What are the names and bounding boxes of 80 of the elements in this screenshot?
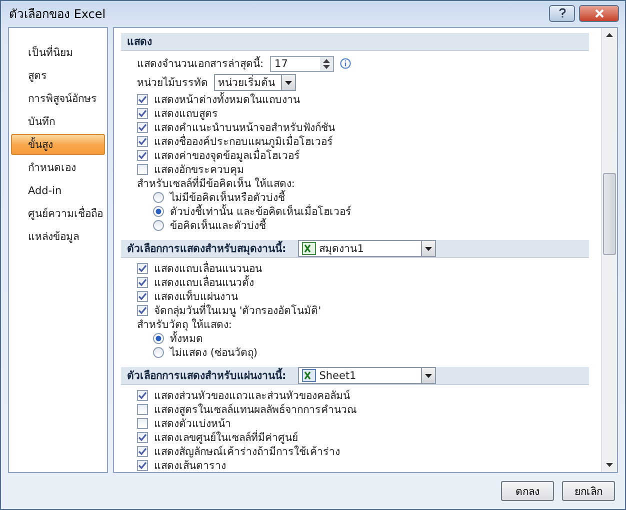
checkbox[interactable]	[137, 446, 148, 456]
checkbox-label: แสดงคำแนะนำบนหน้าจอสำหรับฟังก์ชัน	[154, 120, 335, 134]
checkbox-label: แสดงตัวแบ่งหน้า	[154, 416, 231, 430]
checkbox-label: แสดงชื่อองค์ประกอบแผนภูมิเมื่อโฮเวอร์	[154, 133, 333, 148]
sidebar-item[interactable]: เป็นที่นิยม	[11, 42, 105, 63]
option-label: สำหรับวัตถุ ให้แสดง:	[137, 318, 232, 331]
checkbox-label: แสดงแถบเลื่อนแนวนอน	[154, 260, 262, 275]
workbook-icon	[302, 242, 316, 255]
scroll-up-icon[interactable]	[606, 33, 613, 37]
scrollbar[interactable]	[601, 28, 617, 472]
checkbox[interactable]	[137, 304, 148, 316]
checkbox[interactable]	[137, 122, 148, 132]
checkbox-label: แสดงหน้าต่างทั้งหมดในแถบงาน	[154, 91, 300, 108]
checkbox[interactable]	[137, 404, 148, 414]
checkbox-label: แสดงสัญลักษณ์เค้าร่างถ้ามีการใช้เค้าร่าง	[154, 444, 340, 460]
checkbox[interactable]	[137, 432, 148, 442]
radio-button[interactable]	[153, 332, 164, 344]
sidebar-item[interactable]: บันทึก	[11, 111, 105, 132]
checkbox-label: แสดงแท็บแผ่นงาน	[154, 288, 238, 303]
dropdown-arrow-icon	[425, 246, 432, 250]
section-title: ตัวเลือกการแสดงสำหรับแผ่นงานนี้:	[127, 367, 286, 384]
checkbox[interactable]	[137, 150, 148, 160]
sidebar-item[interactable]: แหล่งข้อมูล	[11, 226, 105, 247]
checkbox[interactable]	[137, 108, 148, 118]
field-label: แสดงจำนวนเอกสารล่าสุดนี้:	[137, 55, 264, 72]
checkbox-label: แสดงส่วนหัวของแถวและส่วนหัวของคอลัมน์	[154, 388, 350, 404]
dropdown-arrow-icon	[425, 374, 432, 378]
radio-label: ไม่แสดง (ซ่อนวัตถุ)	[170, 346, 258, 360]
scroll-down-icon[interactable]	[606, 463, 613, 467]
ruler-units-dropdown[interactable]: หน่วยเริ่มต้น	[214, 74, 296, 91]
info-icon	[340, 58, 351, 69]
spin-arrows-icon[interactable]	[320, 56, 333, 70]
checkbox-label: จัดกลุ่มวันที่ในเมนู 'ตัวกรองอัตโนมัติ'	[154, 302, 322, 318]
radio-label: ข้อคิดเห็นและตัวบ่งชี้	[170, 217, 266, 234]
option-label: สำหรับเซลล์ที่มีข้อคิดเห็น ให้แสดง:	[137, 176, 295, 190]
ok-button[interactable]: ตกลง	[501, 481, 554, 501]
sidebar-item[interactable]: การพิสูจน์อักษร	[11, 88, 105, 109]
field-label: หน่วยไม้บรรทัด	[137, 76, 208, 91]
dropdown-arrow-icon	[285, 80, 292, 84]
cancel-button[interactable]: ยกเลิก	[562, 481, 615, 501]
radio-label: ไม่มีข้อคิดเห็นหรือตัวบ่งชี้	[170, 189, 285, 204]
radio-button[interactable]	[153, 206, 164, 216]
section-title: ตัวเลือกการแสดงสำหรับสมุดงานนี้:	[127, 240, 286, 257]
checkbox[interactable]	[137, 164, 148, 174]
workbook-dropdown[interactable]: สมุดงาน1	[298, 240, 436, 257]
section-title: แสดง	[127, 35, 152, 50]
sidebar-item[interactable]: ศูนย์ความเชื่อถือ	[11, 203, 105, 224]
checkbox[interactable]	[137, 390, 148, 400]
worksheet-dropdown[interactable]: Sheet1	[298, 367, 436, 384]
checkbox[interactable]	[137, 136, 148, 146]
checkbox[interactable]	[137, 262, 148, 274]
sidebar-item[interactable]: ขั้นสูง	[11, 134, 105, 155]
radio-label: ตัวบ่งชี้เท่านั้น และข้อคิดเห็นเมื่อโฮเวอร์	[170, 203, 352, 218]
checkbox-label: แสดงเส้นตาราง	[154, 458, 226, 472]
checkbox-label: แสดงแถบเลื่อนแนวตั้ง	[154, 274, 254, 290]
close-icon	[594, 8, 604, 18]
radio-label: ทั้งหมด	[170, 331, 203, 346]
checkbox[interactable]	[137, 290, 148, 302]
help-button[interactable]	[549, 4, 575, 22]
radio-button[interactable]	[153, 192, 164, 202]
checkbox[interactable]	[137, 418, 148, 428]
checkbox[interactable]	[137, 460, 148, 470]
scrollbar-thumb[interactable]	[603, 173, 616, 255]
checkbox[interactable]	[137, 276, 148, 288]
number-spinner[interactable]: 17	[270, 56, 334, 72]
checkbox-label: แสดงค่าของจุดข้อมูลเมื่อโฮเวอร์	[154, 148, 300, 164]
checkbox[interactable]	[137, 94, 148, 104]
checkbox-label: แสดงสูตรในเซลล์แทนผลลัพธ์จากการคำนวณ	[154, 402, 357, 418]
checkbox-label: แสดงแถบสูตร	[154, 106, 218, 122]
radio-button[interactable]	[153, 346, 164, 358]
window-title: ตัวเลือกของ Excel	[9, 6, 107, 22]
help-icon	[558, 8, 566, 18]
close-button[interactable]	[579, 4, 619, 22]
sidebar-item[interactable]: กำหนดเอง	[11, 157, 105, 178]
sidebar-item[interactable]: สูตร	[11, 65, 105, 86]
sidebar-item[interactable]: Add-in	[11, 180, 105, 201]
checkbox-label: แสดงเลขศูนย์ในเซลล์ที่มีค่าศูนย์	[154, 429, 298, 446]
worksheet-icon	[302, 369, 316, 382]
radio-button[interactable]	[153, 220, 164, 230]
checkbox-label: แสดงอักขระควบคุม	[154, 162, 244, 176]
